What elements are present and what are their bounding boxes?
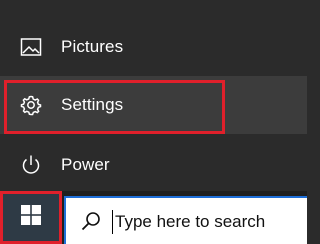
- start-button-highlight-box: [0, 191, 62, 244]
- start-menu-item-label: Power: [61, 155, 110, 174]
- text-caret: [112, 210, 113, 234]
- search-icon: [80, 210, 102, 232]
- start-menu-item-label: Pictures: [61, 37, 124, 56]
- start-menu-item-pictures[interactable]: Pictures: [0, 18, 307, 76]
- taskbar-search-box[interactable]: Type here to search: [64, 196, 307, 244]
- power-icon: [20, 154, 42, 176]
- pictures-icon: [20, 36, 42, 58]
- search-placeholder: Type here to search: [115, 212, 266, 231]
- settings-highlight-box: [4, 80, 225, 134]
- start-menu-item-power[interactable]: Power: [0, 136, 307, 194]
